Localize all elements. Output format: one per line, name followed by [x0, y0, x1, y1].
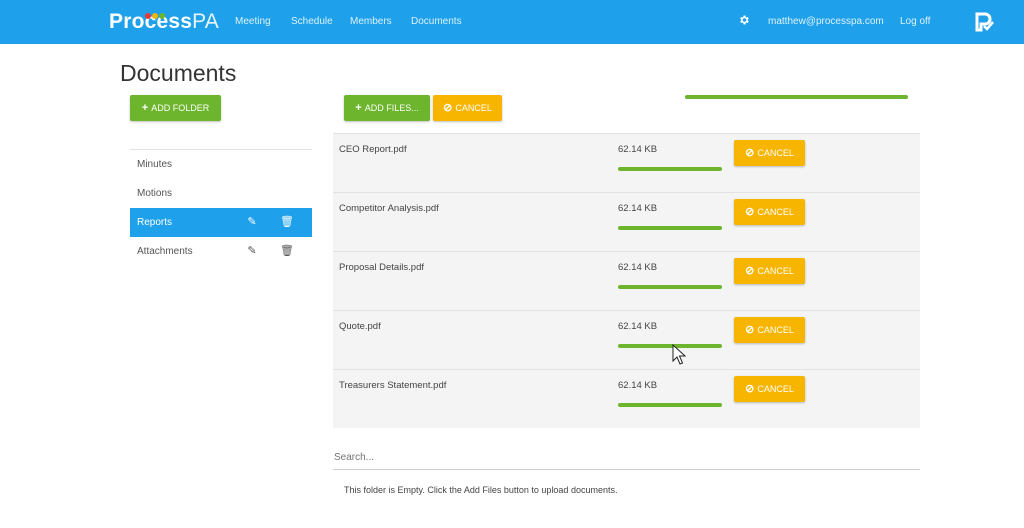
- file-name: CEO Report.pdf: [339, 144, 407, 155]
- folder-item-reports[interactable]: Reports ✎ 🗑: [130, 208, 312, 237]
- folder-list: Minutes Motions Reports ✎ 🗑 Attachments …: [130, 149, 312, 266]
- cancel-all-label: CANCEL: [455, 103, 492, 113]
- cancel-icon: ⊘: [745, 206, 755, 218]
- file-name: Treasurers Statement.pdf: [339, 380, 447, 391]
- trash-icon[interactable]: 🗑: [280, 237, 294, 266]
- plus-icon: +: [141, 102, 149, 114]
- trash-icon[interactable]: 🗑: [280, 208, 294, 237]
- cancel-label: CANCEL: [757, 266, 794, 276]
- logout-link[interactable]: Log off: [900, 0, 930, 44]
- logo-dot-red: [145, 13, 151, 19]
- folder-label: Minutes: [137, 159, 173, 170]
- pencil-icon[interactable]: ✎: [245, 237, 259, 266]
- file-row: Treasurers Statement.pdf 62.14 KB ⊘ CANCE…: [333, 369, 920, 428]
- file-progress-bar: [618, 285, 722, 289]
- cancel-icon: ⊘: [745, 383, 755, 395]
- user-email-link[interactable]: matthew@processpa.com: [768, 0, 884, 44]
- nav-documents[interactable]: Documents: [411, 0, 462, 44]
- file-size: 62.14 KB: [618, 262, 658, 273]
- mouse-cursor-icon: [672, 344, 686, 365]
- cancel-icon: ⊘: [745, 324, 755, 336]
- file-row: Quote.pdf 62.14 KB ⊘ CANCEL: [333, 310, 920, 369]
- empty-folder-message: This folder is Empty. Click the Add File…: [344, 485, 618, 495]
- logo-dot-yellow: [152, 13, 158, 19]
- file-progress-bar: [618, 403, 722, 407]
- search-input[interactable]: [334, 452, 920, 463]
- cancel-icon: ⊘: [745, 265, 755, 277]
- folder-item-attachments[interactable]: Attachments ✎ 🗑: [130, 237, 312, 266]
- file-progress-bar: [618, 167, 722, 171]
- cancel-label: CANCEL: [757, 207, 794, 217]
- file-row: Competitor Analysis.pdf 62.14 KB ⊘ CANCEL: [333, 192, 920, 251]
- file-progress-bar: [618, 344, 722, 348]
- cancel-label: CANCEL: [757, 148, 794, 158]
- pencil-icon[interactable]: ✎: [245, 208, 259, 237]
- cancel-all-button[interactable]: ⊘ CANCEL: [433, 95, 502, 121]
- file-size: 62.14 KB: [618, 380, 658, 391]
- file-size: 62.14 KB: [618, 321, 658, 332]
- cancel-icon: ⊘: [745, 147, 755, 159]
- cancel-icon: ⊘: [443, 102, 453, 114]
- nav-schedule[interactable]: Schedule: [291, 0, 333, 44]
- folder-item-minutes[interactable]: Minutes: [130, 150, 312, 179]
- top-navbar: ProcessPA Meeting Schedule Members Docum…: [0, 0, 1024, 44]
- logo-text-light: PA: [192, 10, 219, 33]
- folder-item-motions[interactable]: Motions: [130, 179, 312, 208]
- cancel-upload-button[interactable]: ⊘ CANCEL: [734, 317, 805, 343]
- overall-progress-bar: [685, 95, 908, 99]
- folder-label: Attachments: [137, 246, 193, 257]
- add-files-button[interactable]: + ADD FILES...: [344, 95, 430, 121]
- file-name: Competitor Analysis.pdf: [339, 203, 439, 214]
- add-folder-button[interactable]: + ADD FOLDER: [130, 95, 221, 121]
- processpa-logo[interactable]: ProcessPA: [109, 9, 219, 35]
- logo-dot-green: [159, 13, 165, 19]
- folder-label: Motions: [137, 188, 173, 199]
- file-size: 62.14 KB: [618, 144, 658, 155]
- cancel-upload-button[interactable]: ⊘ CANCEL: [734, 140, 805, 166]
- file-size: 62.14 KB: [618, 203, 658, 214]
- search-box: [333, 448, 920, 470]
- plus-icon: +: [355, 102, 362, 114]
- file-progress-bar: [618, 226, 722, 230]
- file-row: CEO Report.pdf 62.14 KB ⊘ CANCEL: [333, 133, 920, 192]
- file-name: Quote.pdf: [339, 321, 381, 332]
- file-name: Proposal Details.pdf: [339, 262, 425, 273]
- nav-members[interactable]: Members: [350, 0, 392, 44]
- cancel-upload-button[interactable]: ⊘ CANCEL: [734, 199, 805, 225]
- logo-dots: [145, 6, 171, 19]
- cancel-upload-button[interactable]: ⊘ CANCEL: [734, 258, 805, 284]
- add-folder-label: ADD FOLDER: [151, 103, 210, 113]
- file-upload-list: CEO Report.pdf 62.14 KB ⊘ CANCEL Competit…: [333, 133, 920, 428]
- cancel-upload-button[interactable]: ⊘ CANCEL: [734, 376, 805, 402]
- processpa-mark-icon[interactable]: [974, 11, 996, 33]
- gear-icon[interactable]: [737, 14, 751, 28]
- add-files-label: ADD FILES...: [364, 103, 419, 113]
- cancel-label: CANCEL: [757, 384, 794, 394]
- file-row: Proposal Details.pdf 62.14 KB ⊘ CANCEL: [333, 251, 920, 310]
- page-title: Documents: [120, 60, 237, 86]
- nav-meeting[interactable]: Meeting: [235, 0, 271, 44]
- folder-label: Reports: [137, 217, 173, 228]
- cancel-label: CANCEL: [757, 325, 794, 335]
